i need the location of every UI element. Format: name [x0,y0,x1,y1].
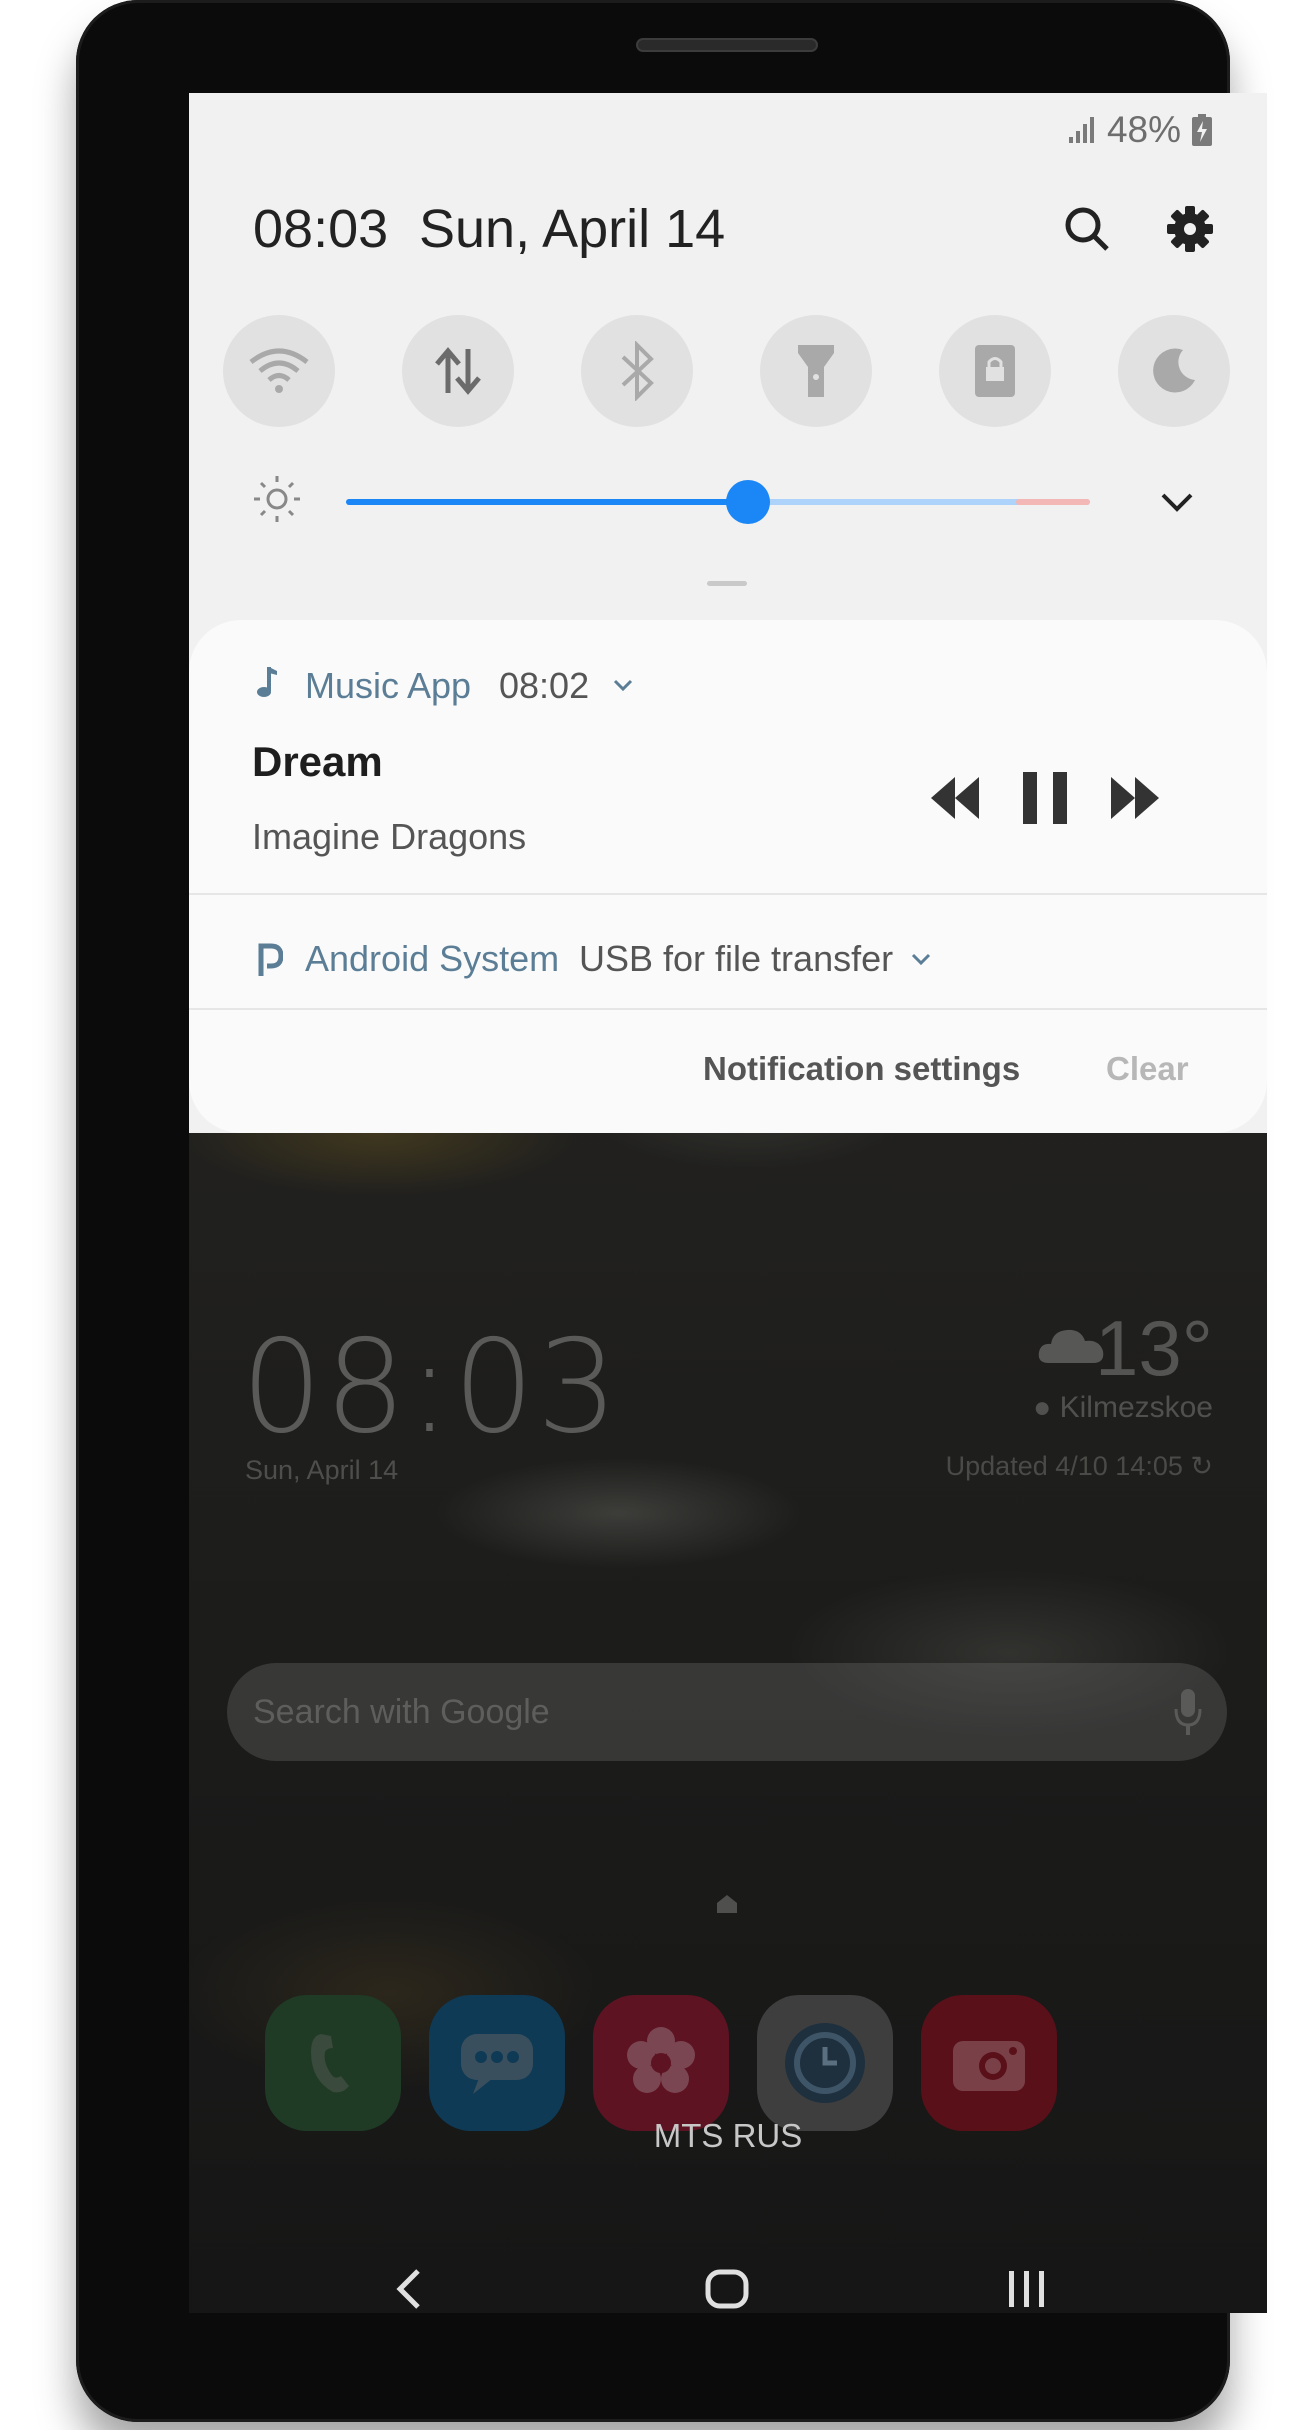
battery-percent: 48% [1106,109,1181,150]
flashlight-tile[interactable] [760,315,872,427]
wifi-icon [249,348,309,393]
notification-app-name: Android System [305,938,560,979]
recents-icon [1009,2271,1044,2307]
home-icon [705,2269,749,2309]
notification-panel: Music App 08:02 Dream Imagine Dragons An… [189,620,1267,1133]
phone-icon[interactable] [265,1995,401,2131]
notification-text: USB for file transfer [579,938,894,979]
fast-forward-icon [1111,777,1159,819]
chevron-down-icon[interactable] [908,950,934,970]
signal-icon [1068,117,1094,143]
pause-icon [1023,772,1067,824]
back-icon [396,2269,420,2309]
search-button[interactable] [1059,201,1115,257]
camera-icon[interactable] [921,1995,1057,2131]
location-pin-icon: ● [1033,1391,1052,1424]
track-artist: Imagine Dragons [252,816,527,857]
home-page-indicator-icon [717,1895,737,1913]
previous-button[interactable] [927,767,983,829]
screen-lock-tile[interactable] [939,315,1051,427]
bluetooth-icon [621,341,654,401]
navigation-bar [189,2253,1267,2313]
pause-button[interactable] [1017,767,1073,829]
back-button[interactable] [379,2259,439,2313]
clock-icon[interactable] [757,1995,893,2131]
android-system-icon [258,943,283,976]
night-mode-tile[interactable] [1118,315,1230,427]
night-mode-icon [1153,348,1195,393]
speaker-grille [636,38,818,52]
google-search-bar[interactable]: Search with Google [227,1663,1227,1761]
refresh-icon[interactable]: ↻ [1190,1451,1213,1481]
mobile-data-tile[interactable] [402,315,514,427]
screen-lock-icon [975,345,1015,397]
gear-icon [1167,206,1213,252]
chevron-down-icon[interactable] [610,676,636,696]
weather-temperature[interactable]: 13° [1095,1303,1213,1394]
brightness-warm-zone [1016,499,1090,505]
notification-divider [189,893,1267,895]
home-date: Sun, April 14 [245,1455,399,1485]
weather-updated-label: Updated 4/10 14:05 [945,1451,1183,1481]
bluetooth-tile[interactable] [581,315,693,427]
home-button[interactable] [697,2259,757,2313]
notification-settings-button[interactable]: Notification settings [703,1050,1020,1088]
google-search-placeholder: Search with Google [253,1693,550,1731]
recents-button[interactable] [997,2259,1057,2313]
microphone-icon[interactable] [1173,1687,1203,1737]
drag-handle[interactable] [707,581,747,586]
mobile-data-icon [435,347,481,395]
track-title: Dream [252,738,383,785]
wifi-tile[interactable] [223,315,335,427]
notification-divider [189,1008,1267,1010]
expand-quick-settings-button[interactable] [1155,481,1199,525]
chevron-down-icon [1161,493,1193,512]
brightness-slider[interactable] [346,480,1090,524]
messages-icon[interactable] [429,1995,565,2131]
battery-charging-icon [1192,114,1212,146]
brightness-icon [254,476,300,522]
weather-location-label: Kilmezskoe [1059,1391,1213,1424]
home-clock: 08:03 [241,1313,620,1462]
screen: 08:03 Sun, April 14 13° ● Kilmezskoe Upd… [189,93,1267,2313]
music-note-icon [257,667,277,697]
next-button[interactable] [1107,767,1163,829]
carrier-label: MTS RUS [653,2117,803,2154]
status-bar: 48% [1067,109,1213,151]
quick-settings-time[interactable]: 08:03 [253,198,388,260]
weather-updated: Updated 4/10 14:05 ↻ [946,1451,1213,1482]
clear-button[interactable]: Clear [1106,1050,1189,1088]
quick-settings-date[interactable]: Sun, April 14 [419,198,725,260]
gallery-icon[interactable] [593,1995,729,2131]
search-icon [1065,207,1109,251]
notification-shade: 48% 08:03 Sun, April 14 Music App 08:02 … [189,93,1267,1133]
brightness-slider-fill [346,499,748,505]
brightness-slider-thumb[interactable] [725,480,770,524]
flashlight-icon [798,345,834,397]
notification-time: 08:02 [499,665,590,706]
phone-frame: 08:03 Sun, April 14 13° ● Kilmezskoe Upd… [76,0,1267,2422]
settings-button[interactable] [1162,201,1218,257]
rewind-icon [931,777,979,819]
weather-location[interactable]: ● Kilmezskoe [1033,1391,1213,1425]
notification-app-name: Music App [305,665,472,706]
